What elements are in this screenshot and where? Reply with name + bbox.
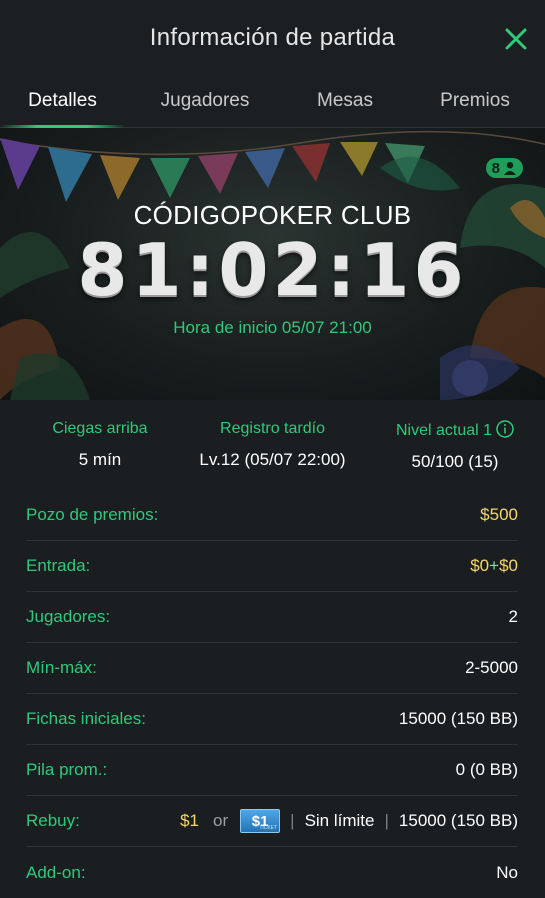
addon-value: No: [496, 862, 518, 882]
starting-chips-label: Fichas iniciales:: [26, 709, 146, 728]
divider: |: [290, 811, 295, 830]
tab-jugadores[interactable]: Jugadores: [125, 78, 285, 127]
details-list: Pozo de premios: $500 Entrada: $0+$0 Jug…: [26, 490, 518, 898]
avg-stack-label: Pila prom.:: [26, 760, 108, 779]
header: Información de partida: [0, 0, 545, 78]
ticket-icon: $1: [240, 809, 281, 833]
rebuy-or: or: [213, 811, 229, 830]
avg-stack-row: Pila prom.: 0 (0 BB): [26, 745, 518, 796]
rebuy-label: Rebuy:: [26, 811, 80, 830]
tab-detalles[interactable]: Detalles: [0, 78, 125, 128]
late-registration-stat: Registro tardío Lv.12 (05/07 22:00): [180, 420, 365, 470]
rebuy-value: $1 or $1 | Sin límite | 15000 (150 BB): [180, 809, 518, 833]
tournament-banner: 8 CÓDIGOPOKER CLUB 81:02:16 Hora de inic…: [0, 128, 545, 400]
addon-row: Add-on: No: [26, 847, 518, 898]
ticket-value: $1: [251, 812, 269, 830]
current-level-stat: Nivel actual 1 50/100 (15): [380, 420, 530, 472]
tab-mesas[interactable]: Mesas: [285, 78, 405, 127]
buyin-value: $0+$0: [470, 556, 518, 576]
starting-chips-value: 15000 (150 BB): [398, 709, 518, 728]
tab-bar: Detalles Jugadores Mesas Premios: [0, 78, 545, 128]
participant-count-badge: 8: [485, 158, 523, 178]
buyin-label: Entrada:: [26, 556, 91, 575]
minmax-value: 2-5000: [465, 658, 518, 677]
buyin-fee: $0: [499, 556, 518, 575]
current-level-value: 50/100 (15): [411, 452, 499, 471]
players-value: 2: [508, 607, 518, 626]
participant-count: 8: [491, 159, 500, 177]
stats-bar: Ciegas arriba 5 mín Registro tardío Lv.1…: [0, 420, 545, 480]
late-registration-value: Lv.12 (05/07 22:00): [199, 450, 346, 469]
tab-premios[interactable]: Premios: [405, 78, 545, 127]
current-level-header: Nivel actual 1: [380, 420, 530, 440]
club-name: CÓDIGOPOKER CLUB: [133, 200, 412, 230]
addon-label: Add-on:: [26, 862, 86, 882]
person-icon: [504, 162, 516, 175]
countdown-timer: 81:02:16: [77, 228, 468, 312]
buyin-plus: +: [489, 556, 500, 575]
prize-pool-row: Pozo de premios: $500: [26, 490, 518, 541]
blinds-stat: Ciegas arriba 5 mín: [35, 420, 165, 470]
current-level-label: Nivel actual 1: [395, 422, 493, 439]
close-icon[interactable]: [503, 26, 529, 52]
blinds-value: 5 mín: [78, 450, 122, 469]
blinds-label: Ciegas arriba: [52, 420, 148, 437]
buyin-row: Entrada: $0+$0: [26, 541, 518, 592]
prize-pool-label: Pozo de premios:: [26, 505, 159, 524]
start-time: Hora de inicio 05/07 21:00: [173, 318, 372, 337]
page-title: Información de partida: [149, 24, 396, 51]
rebuy-limit: Sin límite: [304, 811, 375, 830]
rebuy-price: $1: [180, 811, 200, 830]
minmax-label: Mín-máx:: [26, 658, 97, 677]
late-registration-label: Registro tardío: [220, 420, 325, 437]
prize-pool-value: $500: [480, 505, 518, 524]
players-label: Jugadores:: [26, 607, 111, 626]
starting-chips-row: Fichas iniciales: 15000 (150 BB): [26, 694, 518, 745]
rebuy-chips: 15000 (150 BB): [398, 811, 518, 830]
rebuy-row: Rebuy: $1 or $1 | Sin límite | 15000 (15…: [26, 796, 518, 847]
info-icon[interactable]: [496, 420, 514, 438]
buyin-amount: $0: [470, 556, 490, 575]
divider: |: [384, 811, 389, 830]
avg-stack-value: 0 (0 BB): [455, 760, 518, 779]
minmax-row: Mín-máx: 2-5000: [26, 643, 518, 694]
players-row: Jugadores: 2: [26, 592, 518, 643]
